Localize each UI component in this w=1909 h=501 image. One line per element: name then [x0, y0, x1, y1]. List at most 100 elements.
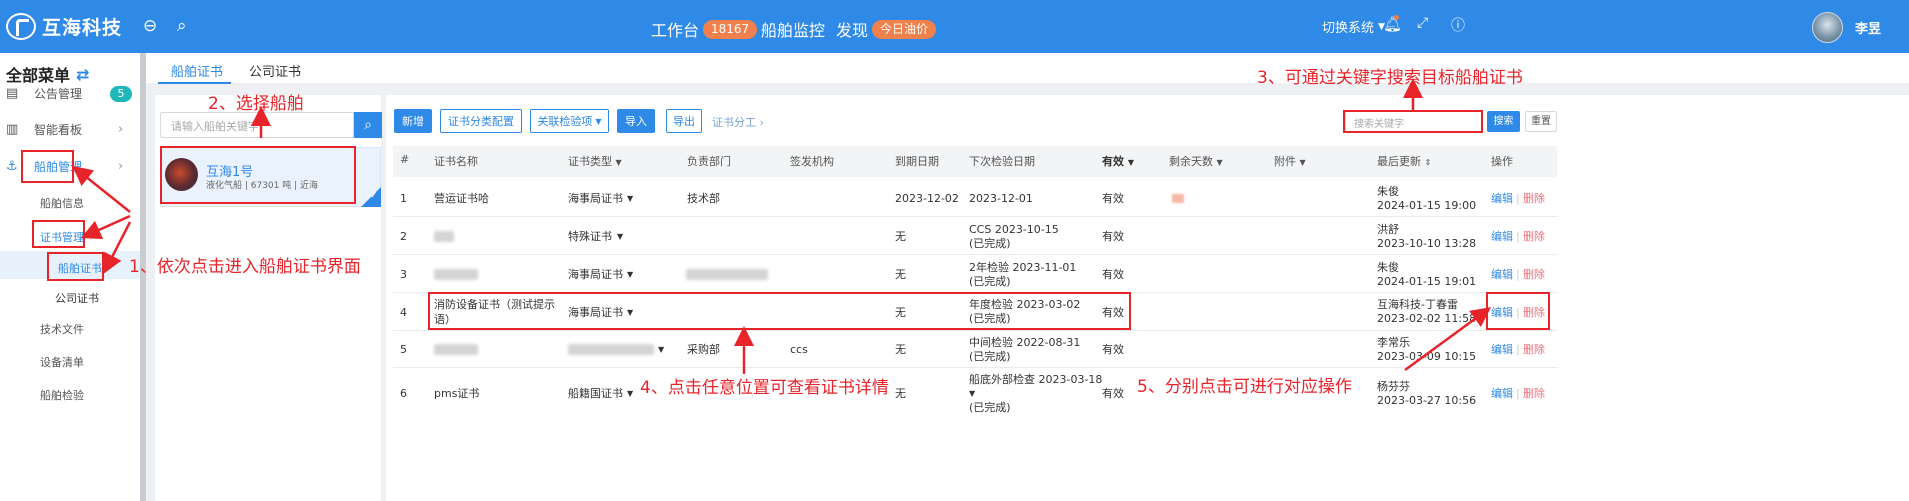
logo[interactable]: 互海科技 [6, 13, 122, 40]
user-name[interactable]: 李昱 [1855, 18, 1881, 37]
col-header-attachment[interactable]: 附件 ▼ [1274, 153, 1306, 169]
ship-search-input[interactable]: 请输入船舶关键字 [160, 112, 354, 138]
cell-next-status: (已完成) [969, 275, 1011, 288]
delete-button[interactable]: 删除 [1523, 191, 1545, 206]
caret-down-icon: ▼ [615, 158, 622, 167]
type-dropdown-icon[interactable]: ▼ [627, 191, 633, 206]
delete-button[interactable]: 删除 [1523, 267, 1545, 282]
nav-workbench[interactable]: 工作台 18167 [651, 17, 758, 41]
category-config-button[interactable]: 证书分类配置 [440, 109, 522, 133]
keyword-search-button[interactable]: 搜索 [1487, 111, 1520, 132]
nav-ship-monitor[interactable]: 船舶监控 [761, 17, 825, 41]
sidebar-sub-ship-info[interactable]: 船舶信息 [40, 195, 84, 211]
edit-button[interactable]: 编辑 [1491, 191, 1513, 206]
next-inspection-dropdown-icon[interactable]: ▼ [969, 386, 975, 401]
edit-button[interactable]: 编辑 [1491, 386, 1513, 401]
nav-discover[interactable]: 发现 今日油价 [836, 17, 937, 41]
nav-ship-monitor-label: 船舶监控 [761, 21, 826, 40]
cert-assign-link[interactable]: 证书分工 › [712, 114, 764, 130]
cell-updated-time: 2023-03-27 10:56 [1377, 394, 1477, 407]
cell-next-inspection: CCS 2023-10-15 [969, 223, 1059, 236]
delete-button[interactable]: 删除 [1523, 229, 1545, 244]
type-dropdown-icon[interactable]: ▼ [627, 386, 633, 401]
type-dropdown-icon[interactable]: ▼ [627, 267, 633, 282]
edit-button[interactable]: 编辑 [1491, 342, 1513, 357]
cell-index: 6 [400, 387, 407, 400]
caret-down-icon: ▼ [1216, 158, 1223, 167]
sidebar-sub-tech-docs[interactable]: 技术文件 [40, 321, 84, 337]
related-inspection-label: 关联检验项 [537, 115, 593, 128]
add-button[interactable]: 新增 [394, 109, 432, 133]
type-dropdown-icon[interactable]: ▼ [658, 342, 664, 357]
annotation-box-ship-cert [47, 252, 104, 281]
cell-cert-name-redacted [434, 231, 454, 242]
active-tab-underline [158, 82, 231, 84]
tab-ship-cert[interactable]: 船舶证书 [171, 61, 223, 80]
type-dropdown-icon[interactable]: ▼ [617, 229, 623, 244]
cell-dept-redacted [686, 269, 768, 280]
sidebar-item-dashboard[interactable]: ▥ 智能看板 › [0, 114, 140, 144]
annotation-step-1: 1、依次点击进入船舶证书界面 [129, 257, 361, 277]
export-button[interactable]: 导出 [666, 109, 702, 133]
action-separator: | [1516, 268, 1520, 281]
reset-button[interactable]: 重置 [1525, 111, 1557, 132]
cell-updater: 洪舒 [1377, 223, 1399, 236]
notice-count-badge: 5 [110, 86, 132, 102]
avatar[interactable] [1812, 12, 1843, 43]
cell-updated-time: 2023-02-02 11:58 [1377, 312, 1477, 325]
caret-down-icon: ▼ [595, 116, 602, 126]
delete-button[interactable]: 删除 [1523, 342, 1545, 357]
chevron-right-icon: › [118, 158, 124, 174]
cell-cert-type-redacted [568, 344, 654, 355]
workbench-count-badge: 18167 [703, 19, 758, 39]
edit-button[interactable]: 编辑 [1491, 267, 1513, 282]
col-header-valid[interactable]: 有效 ▼ [1102, 153, 1134, 169]
delete-button[interactable]: 删除 [1523, 386, 1545, 401]
sidebar-item-notice[interactable]: ▤ 公告管理 5 [0, 78, 140, 108]
oil-price-badge[interactable]: 今日油价 [872, 19, 937, 39]
annotation-step-4: 4、点击任意位置可查看证书详情 [640, 378, 889, 398]
annotation-box-keyword [1343, 110, 1483, 133]
cell-updated-time: 2023-03-09 10:15 [1377, 350, 1477, 363]
col-header-updated[interactable]: 最后更新 ⇕ [1377, 153, 1431, 169]
cell-next-status: (已完成) [969, 350, 1011, 363]
fullscreen-icon[interactable]: ⤢ [1417, 15, 1428, 31]
bell-icon[interactable]: 🔔︎ [1383, 15, 1402, 33]
related-inspection-dropdown[interactable]: 关联检验项 ▼ [530, 109, 609, 133]
cell-cert-name[interactable]: pms证书 [434, 386, 479, 401]
sidebar-sub-ship-inspection[interactable]: 船舶检验 [40, 387, 84, 403]
help-icon[interactable]: ⓘ [1451, 15, 1465, 35]
switch-system-menu[interactable]: 切换系统 ▼ [1322, 17, 1385, 36]
search-icon[interactable]: ⌕ [177, 16, 187, 36]
tab-bar: 船舶证书 公司证书 [146, 53, 1909, 84]
annotation-box-ship-card [160, 146, 356, 204]
caret-down-icon: ▼ [1299, 158, 1306, 167]
col-header-type[interactable]: 证书类型 ▼ [568, 153, 622, 169]
cell-cert-name[interactable]: 营运证书哈 [434, 191, 489, 206]
import-button[interactable]: 导入 [617, 109, 655, 133]
sort-icon: ⇕ [1424, 158, 1432, 167]
tab-company-cert[interactable]: 公司证书 [249, 61, 301, 80]
col-header-type-label: 证书类型 [568, 155, 612, 168]
edit-button[interactable]: 编辑 [1491, 229, 1513, 244]
cell-valid: 有效 [1102, 192, 1124, 205]
sidebar-scrollbar[interactable] [140, 53, 146, 501]
cell-cert-type: 海事局证书 [568, 268, 623, 281]
sidebar-sub-equipment-list[interactable]: 设备清单 [40, 354, 84, 370]
ship-search-button[interactable]: ⌕ [354, 112, 382, 138]
cell-next-inspection: 船底外部检查 2023-03-18 [969, 373, 1103, 386]
bar-chart-icon: ▥ [6, 121, 19, 137]
cell-index: 4 [400, 306, 407, 319]
cell-valid: 有效 [1102, 387, 1124, 400]
cell-cert-name-redacted [434, 344, 478, 355]
col-header-name: 证书名称 [434, 155, 478, 168]
cell-updated-time: 2024-01-15 19:00 [1377, 199, 1477, 212]
sidebar-sub-company-cert[interactable]: 公司证书 [55, 290, 99, 306]
back-circle-icon[interactable]: ⊖ [143, 16, 157, 36]
col-header-actions: 操作 [1491, 155, 1513, 168]
col-header-days-left[interactable]: 剩余天数 ▼ [1169, 153, 1223, 169]
cell-issuer: ccs [790, 343, 808, 356]
col-header-updated-label: 最后更新 [1377, 155, 1421, 168]
cell-expiry: 2023-12-02 [895, 192, 959, 205]
cell-updated-time: 2024-01-15 19:01 [1377, 275, 1477, 288]
